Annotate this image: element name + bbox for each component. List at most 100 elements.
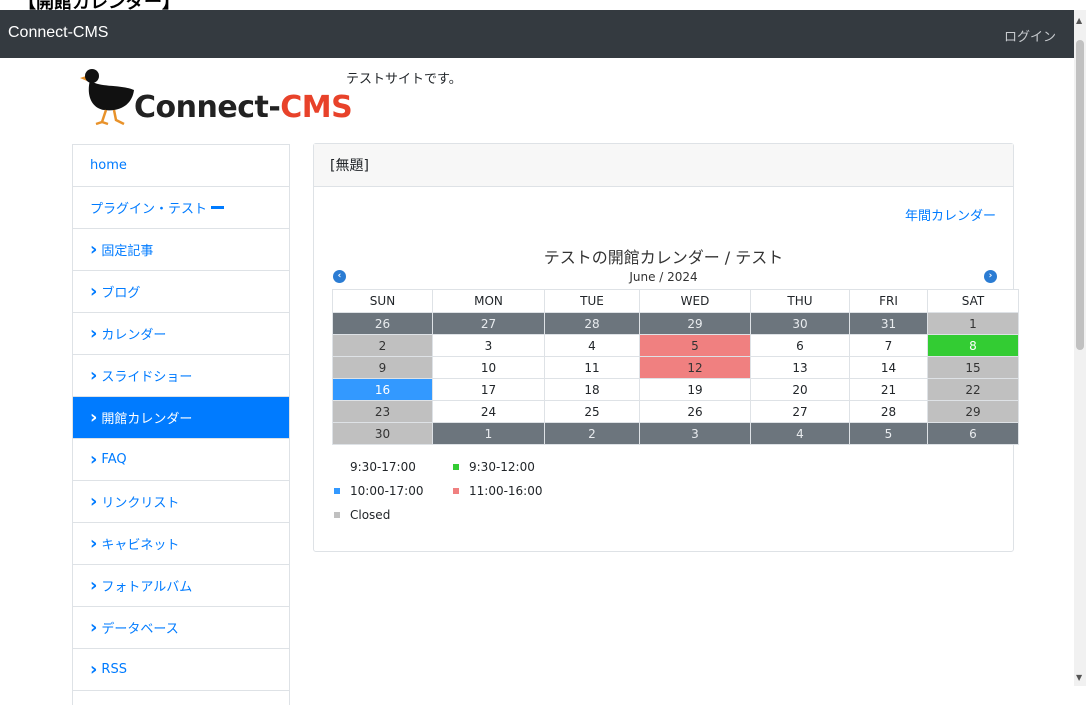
calendar-day-cell: 6 — [750, 334, 850, 357]
calendar-week-row: 2345678 — [332, 334, 1019, 357]
legend-item: 9:30-12:00 — [453, 460, 535, 474]
legend-item: Closed — [334, 508, 390, 522]
sidebar-item[interactable]: › 開館カレンダー — [73, 397, 289, 439]
chevron-right-icon: › — [90, 407, 98, 428]
next-month-icon[interactable]: › — [984, 270, 997, 283]
weekday-header: SUN — [332, 289, 433, 313]
sidebar-item[interactable]: › FAQ — [73, 439, 289, 481]
brand-link[interactable]: Connect-CMS — [8, 24, 108, 42]
calendar-day-cell: 27 — [432, 312, 545, 335]
calendar-title: テストの開館カレンダー / テスト — [543, 248, 784, 267]
calendar-day-cell: 22 — [927, 378, 1019, 401]
calendar-day-cell: 23 — [332, 400, 433, 423]
sidebar-item-label: カレンダー — [101, 328, 167, 343]
site-logo[interactable]: Connect-CMS — [78, 66, 353, 128]
weekday-header: FRI — [849, 289, 928, 313]
sidebar-item[interactable]: home — [73, 145, 289, 187]
calendar-day-cell: 30 — [332, 422, 433, 445]
sidebar-item[interactable]: › RSS — [73, 649, 289, 691]
calendar-day-cell: 1 — [927, 312, 1019, 335]
minus-icon[interactable] — [211, 206, 225, 209]
legend-swatch — [334, 488, 340, 494]
calendar-day-cell: 28 — [544, 312, 640, 335]
calendar-day-cell: 12 — [639, 356, 751, 379]
page-scrollbar[interactable]: ▲ ▼ — [1074, 10, 1086, 686]
card-header: [無題] — [314, 144, 1013, 187]
month-label: June / 2024 — [629, 270, 698, 284]
calendar-day-cell: 24 — [432, 400, 545, 423]
annual-calendar-link[interactable]: 年間カレンダー — [905, 205, 996, 224]
sidebar-item[interactable]: › カレンダー — [73, 313, 289, 355]
calendar-day-cell: 3 — [639, 422, 751, 445]
calendar-day-cell: 7 — [849, 334, 928, 357]
chevron-right-icon: › — [90, 281, 98, 302]
sidebar-item[interactable]: › データベース — [73, 607, 289, 649]
calendar-day-cell: 26 — [639, 400, 751, 423]
site-description: テストサイトです。 — [346, 72, 462, 87]
calendar-day-cell: 6 — [927, 422, 1019, 445]
chevron-right-icon: › — [90, 239, 98, 260]
chevron-right-icon: › — [90, 617, 98, 638]
legend-row: 9:30-17:00 9:30-12:00 — [332, 460, 632, 484]
calendar-day-cell: 28 — [849, 400, 928, 423]
calendar-day-cell: 20 — [750, 378, 850, 401]
scrollbar-thumb[interactable] — [1076, 40, 1084, 350]
calendar-week-row: 9 10 11 12 13 14 15 — [332, 356, 1019, 379]
sidebar-item-label: RSS — [101, 662, 127, 677]
chevron-right-icon: › — [90, 491, 98, 512]
calendar-day-cell: 21 — [849, 378, 928, 401]
calendar-week-row: 16 17 18 19 20 21 22 — [332, 378, 1019, 401]
calendar-day-cell: 2 — [544, 422, 640, 445]
calendar-day-cell: 15 — [927, 356, 1019, 379]
legend-row: 10:00-17:00 11:00-16:00 — [332, 484, 632, 508]
logo-wordmark: Connect-CMS — [134, 90, 353, 125]
sidebar-item[interactable]: › キャビネット — [73, 523, 289, 565]
scroll-down-icon[interactable]: ▼ — [1076, 673, 1082, 682]
calendar-day-cell: 30 — [750, 312, 850, 335]
opening-calendar-card: [無題] 年間カレンダー テストの開館カレンダー / テスト ‹ June / … — [313, 143, 1019, 552]
weekday-header: SAT — [927, 289, 1019, 313]
chevron-right-icon: › — [90, 449, 98, 470]
login-link[interactable]: ログイン — [1004, 26, 1056, 45]
calendar-week-row: 23 24 25 26 27 28 29 — [332, 400, 1019, 423]
calendar-day-cell: 26 — [332, 312, 433, 335]
calendar-day-cell: 5 — [639, 334, 751, 357]
calendar-legend: 9:30-17:00 9:30-12:00 10:00-17:00 11:00-… — [332, 460, 632, 532]
sidebar-item[interactable]: › ブログ — [73, 271, 289, 313]
sidebar-item-label: FAQ — [101, 452, 127, 467]
calendar-day-cell: 10 — [432, 356, 545, 379]
sidebar-item[interactable]: プラグイン・テスト — [73, 187, 289, 229]
legend-item: 11:00-16:00 — [453, 484, 543, 498]
legend-swatch — [334, 512, 340, 518]
weekday-header: TUE — [544, 289, 640, 313]
page-caption: 【開館カレンダー】 — [0, 0, 1086, 10]
bird-logo-icon — [80, 69, 134, 126]
sidebar-item[interactable]: › フォトアルバム — [73, 565, 289, 607]
calendar-day-cell: 18 — [544, 378, 640, 401]
sidebar-item[interactable]: › 固定記事 — [73, 229, 289, 271]
calendar-day-cell: 19 — [639, 378, 751, 401]
sidebar-menu: home プラグイン・テスト › 固定記事 › ブログ › カレンダー › スライドショー › 開館カ… — [72, 144, 290, 705]
calendar-weekday-row: SUN MON TUE WED THU FRI SAT — [332, 289, 1019, 313]
calendar-day-cell: 2 — [332, 334, 433, 357]
calendar-day-cell: 13 — [750, 356, 850, 379]
sidebar-item-label: プラグイン・テスト — [90, 202, 208, 217]
sidebar-item-label: キャビネット — [101, 538, 180, 553]
sidebar-item[interactable]: › スライドショー — [73, 355, 289, 397]
scroll-up-icon[interactable]: ▲ — [1076, 16, 1082, 25]
calendar-table: SUN MON TUE WED THU FRI SAT 26 27 28 29 30 31 1 2 3 4 5 6… — [332, 289, 1019, 445]
legend-item: 9:30-17:00 — [350, 460, 416, 474]
weekday-header: THU — [750, 289, 850, 313]
calendar-day-cell: 31 — [849, 312, 928, 335]
calendar-day-cell: 3 — [432, 334, 545, 357]
sidebar-item[interactable]: › リンクリスト — [73, 481, 289, 523]
calendar-day-cell: 4 — [544, 334, 640, 357]
chevron-right-icon: › — [90, 533, 98, 554]
sidebar-item-label: home — [90, 158, 127, 173]
chevron-right-icon: › — [90, 323, 98, 344]
calendar-day-cell: 14 — [849, 356, 928, 379]
sidebar-item-label: ブログ — [101, 286, 141, 301]
calendar-day-cell: 16 — [332, 378, 433, 401]
sidebar-item-label: 開館カレンダー — [101, 412, 193, 427]
legend-item: 10:00-17:00 — [334, 484, 424, 498]
